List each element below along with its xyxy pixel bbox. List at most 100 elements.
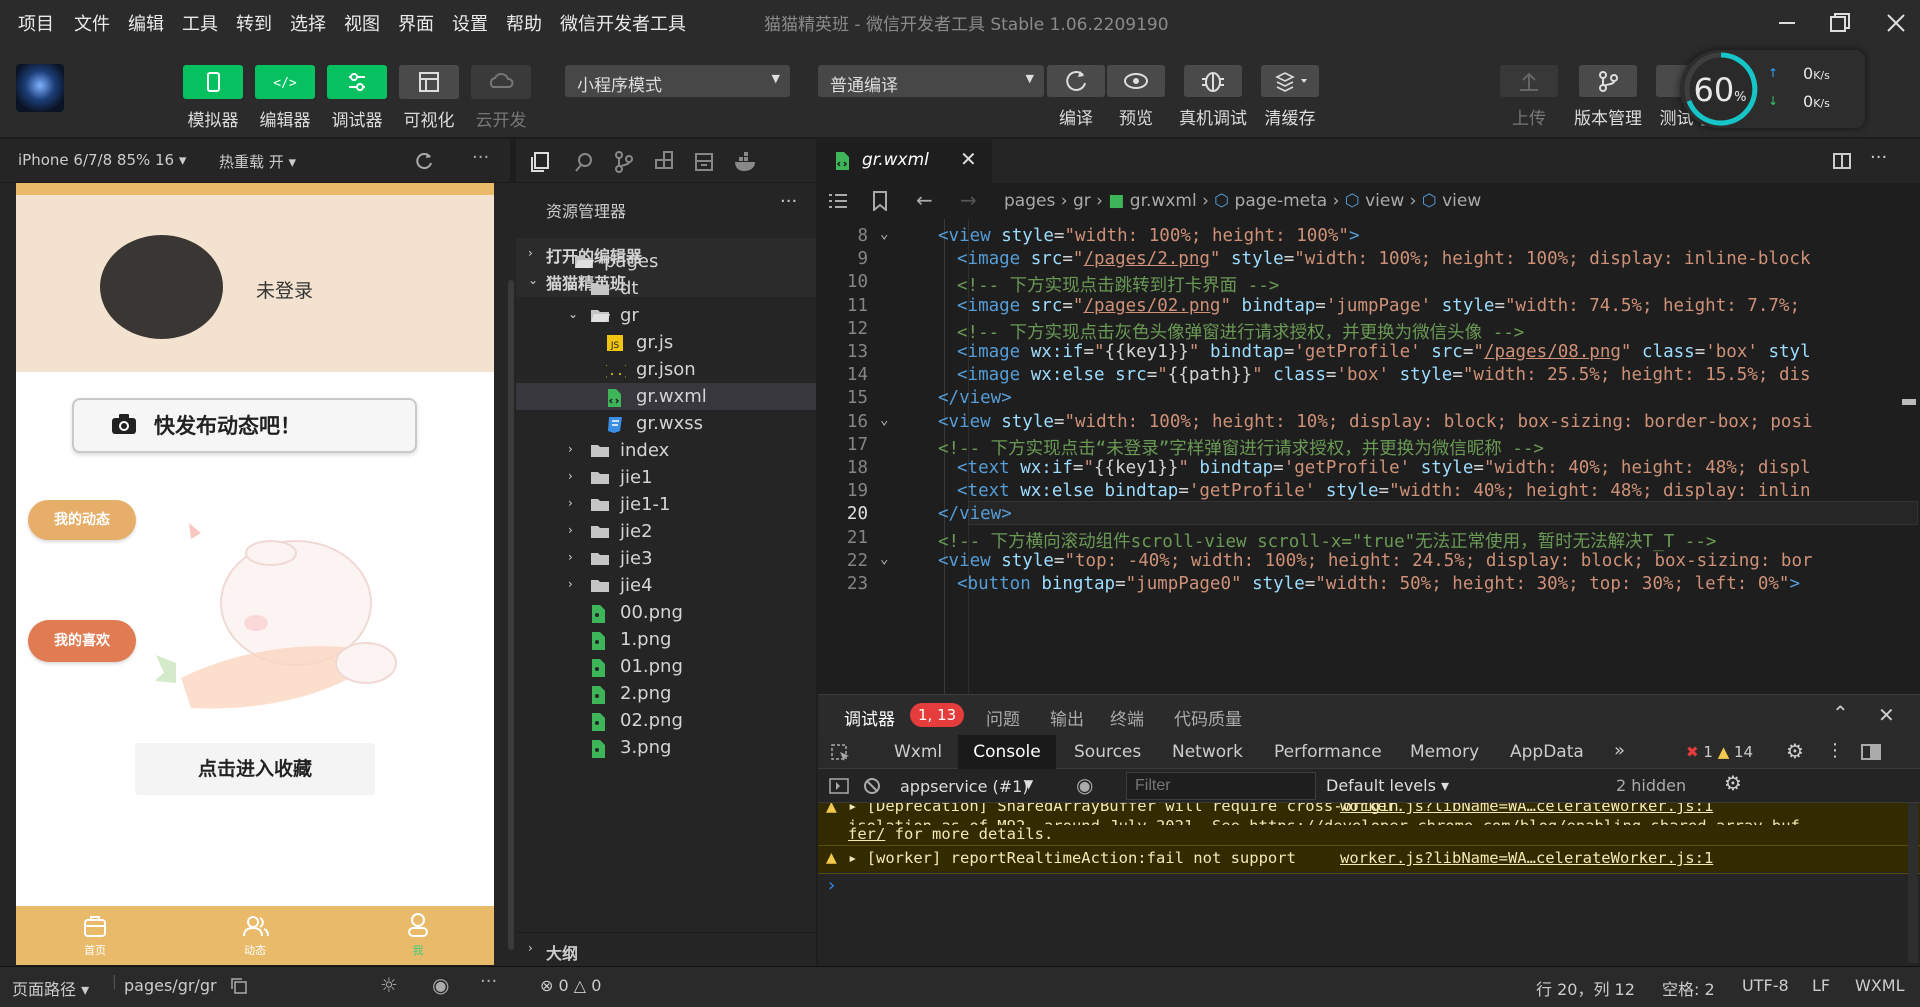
tree-item[interactable]: 2.png: [516, 680, 816, 707]
files-icon[interactable]: [529, 151, 551, 177]
code-line[interactable]: 12 <!-- 下方实现点击灰色头像弹窗进行请求授权，并更换为微信头像 -->: [818, 316, 1920, 343]
status-more-icon[interactable]: ···: [480, 971, 497, 992]
tree-item[interactable]: 02.png: [516, 707, 816, 734]
menu-interface[interactable]: 界面: [398, 10, 434, 36]
panel-tab-console[interactable]: Console: [958, 735, 1056, 769]
preview-button[interactable]: [1107, 65, 1165, 97]
console-filter-input[interactable]: [1126, 772, 1316, 800]
code-line[interactable]: 8 ⌄ <view style="width: 100%; height: 100%…: [818, 223, 1920, 246]
tree-item[interactable]: › index: [516, 437, 816, 464]
profile-avatar[interactable]: [100, 235, 223, 339]
upload-button[interactable]: [1500, 65, 1558, 97]
inspect-icon[interactable]: [830, 743, 852, 767]
code-line[interactable]: 19 <text wx:else bindtap='getProfile' sty…: [818, 478, 1920, 501]
issue-counter[interactable]: ✖ 1 ▲ 14: [1686, 743, 1753, 761]
tree-item[interactable]: › jie2: [516, 518, 816, 545]
dock-icon[interactable]: [1860, 742, 1882, 766]
tab-me[interactable]: 我: [398, 942, 438, 958]
tab-feed[interactable]: 动态: [235, 942, 275, 958]
eye-icon[interactable]: ◉: [1076, 773, 1093, 797]
close-panel-icon[interactable]: ✕: [1878, 703, 1895, 727]
panel-tab-wxml[interactable]: Wxml: [894, 742, 942, 762]
panel-tab-performance[interactable]: Performance: [1274, 742, 1382, 762]
tab-code-quality[interactable]: 代码质量: [1174, 705, 1242, 730]
code-line[interactable]: 22 ⌄ <view style="top: -40%; width: 100%; …: [818, 548, 1920, 571]
tab-gr-wxml[interactable]: gr.wxml ✕: [818, 139, 992, 183]
more-tabs-icon[interactable]: »: [1614, 740, 1625, 761]
search-icon[interactable]: [573, 151, 595, 177]
forward-icon[interactable]: →: [960, 188, 977, 212]
problems-indicator[interactable]: ⊗ 0 △ 0: [540, 976, 601, 995]
tab-home[interactable]: 首页: [75, 942, 115, 958]
tab-debugger[interactable]: 调试器: [844, 705, 895, 737]
storage-icon[interactable]: [693, 151, 715, 177]
tree-item[interactable]: › jie1-1: [516, 491, 816, 518]
panel-tab-appdata[interactable]: AppData: [1510, 742, 1584, 762]
tree-item[interactable]: ⌄ pages: [516, 248, 816, 275]
line-ending[interactable]: LF: [1812, 976, 1830, 995]
gear-icon[interactable]: ⚙: [1786, 739, 1804, 763]
refresh-icon[interactable]: [414, 151, 434, 171]
menu-select[interactable]: 选择: [290, 10, 326, 36]
enter-collection-button[interactable]: 点击进入收藏: [135, 743, 375, 795]
list-icon[interactable]: [828, 192, 848, 214]
login-text[interactable]: 未登录: [256, 276, 313, 303]
tree-item[interactable]: › jie4: [516, 572, 816, 599]
split-editor-icon[interactable]: [1832, 151, 1852, 175]
tree-item[interactable]: 1.png: [516, 626, 816, 653]
editor-button[interactable]: </>: [255, 65, 315, 99]
back-icon[interactable]: ←: [916, 188, 933, 212]
breadcrumb-path[interactable]: pages › gr › ■ gr.wxml › ⬡ page-meta › ⬡…: [1004, 191, 1481, 211]
tree-item[interactable]: 01.png: [516, 653, 816, 680]
log-levels-select[interactable]: Default levels ▾: [1326, 776, 1449, 795]
copy-icon[interactable]: [230, 977, 248, 999]
cursor-position[interactable]: 行 20，列 12: [1536, 976, 1635, 1000]
docker-icon[interactable]: [733, 151, 759, 177]
fold-chevron-icon[interactable]: ⌄: [880, 226, 888, 242]
code-line[interactable]: 9 <image src="/pages/2.png" style="width:…: [818, 246, 1920, 269]
tree-item[interactable]: › dt: [516, 275, 816, 302]
menu-project[interactable]: 项目: [18, 10, 54, 36]
extensions-icon[interactable]: [653, 151, 675, 177]
menu-tools[interactable]: 工具: [182, 10, 218, 36]
fold-chevron-icon[interactable]: ⌄: [880, 551, 888, 567]
visual-button[interactable]: [399, 65, 459, 99]
tree-item[interactable]: › jie1: [516, 464, 816, 491]
collapse-panel-icon[interactable]: ⌃: [1832, 701, 1849, 725]
fold-chevron-icon[interactable]: ⌄: [880, 412, 888, 428]
tree-item[interactable]: 3.png: [516, 734, 816, 761]
close-window-icon[interactable]: [1884, 12, 1908, 34]
menu-goto[interactable]: 转到: [236, 10, 272, 36]
tree-item[interactable]: gr.wxml: [516, 383, 816, 410]
page-path-select[interactable]: 页面路径 ▾: [12, 976, 89, 1000]
my-posts-badge[interactable]: 我的动态: [28, 500, 136, 540]
device-select[interactable]: iPhone 6/7/8 85% 16 ▾: [18, 151, 186, 169]
panel-tab-memory[interactable]: Memory: [1410, 742, 1479, 762]
language-mode[interactable]: WXML: [1855, 976, 1905, 995]
tree-item[interactable]: › jie3: [516, 545, 816, 572]
tree-item[interactable]: {..} gr.json: [516, 356, 816, 383]
bookmark-icon[interactable]: [872, 191, 888, 215]
preview-eye-icon[interactable]: ◉: [432, 973, 449, 997]
my-likes-badge[interactable]: 我的喜欢: [28, 620, 136, 662]
code-line[interactable]: 16 ⌄ <view style="width: 100%; height: 10%…: [818, 409, 1920, 432]
debugger-button[interactable]: [327, 65, 387, 99]
console-scrollbar[interactable]: [1908, 803, 1918, 963]
cloud-dev-button[interactable]: [471, 65, 531, 99]
clear-cache-button[interactable]: [1261, 65, 1319, 97]
code-line[interactable]: 10 <!-- 下方实现点击跳转到打卡界面 -->: [818, 269, 1920, 296]
code-line[interactable]: 15 </view>: [818, 385, 1920, 408]
console-message-worker[interactable]: ▲ ▸ [worker] reportRealtimeAction:fail n…: [818, 848, 1920, 872]
clear-console-icon[interactable]: [862, 776, 882, 800]
menu-view[interactable]: 视图: [344, 10, 380, 36]
remote-debug-button[interactable]: [1184, 65, 1242, 97]
minimize-icon[interactable]: [1775, 12, 1799, 34]
message-source-link[interactable]: worker.js?libName=WA…celerateWorker.js:1: [1340, 803, 1713, 815]
version-control-button[interactable]: [1579, 65, 1637, 97]
tree-item[interactable]: ⌄ gr: [516, 302, 816, 329]
console-prompt[interactable]: ›: [828, 875, 835, 896]
tree-item[interactable]: 00.png: [516, 599, 816, 626]
tree-item[interactable]: gr.wxss: [516, 410, 816, 437]
outline-section[interactable]: › 大纲: [516, 932, 816, 966]
more-icon[interactable]: ···: [472, 147, 489, 168]
